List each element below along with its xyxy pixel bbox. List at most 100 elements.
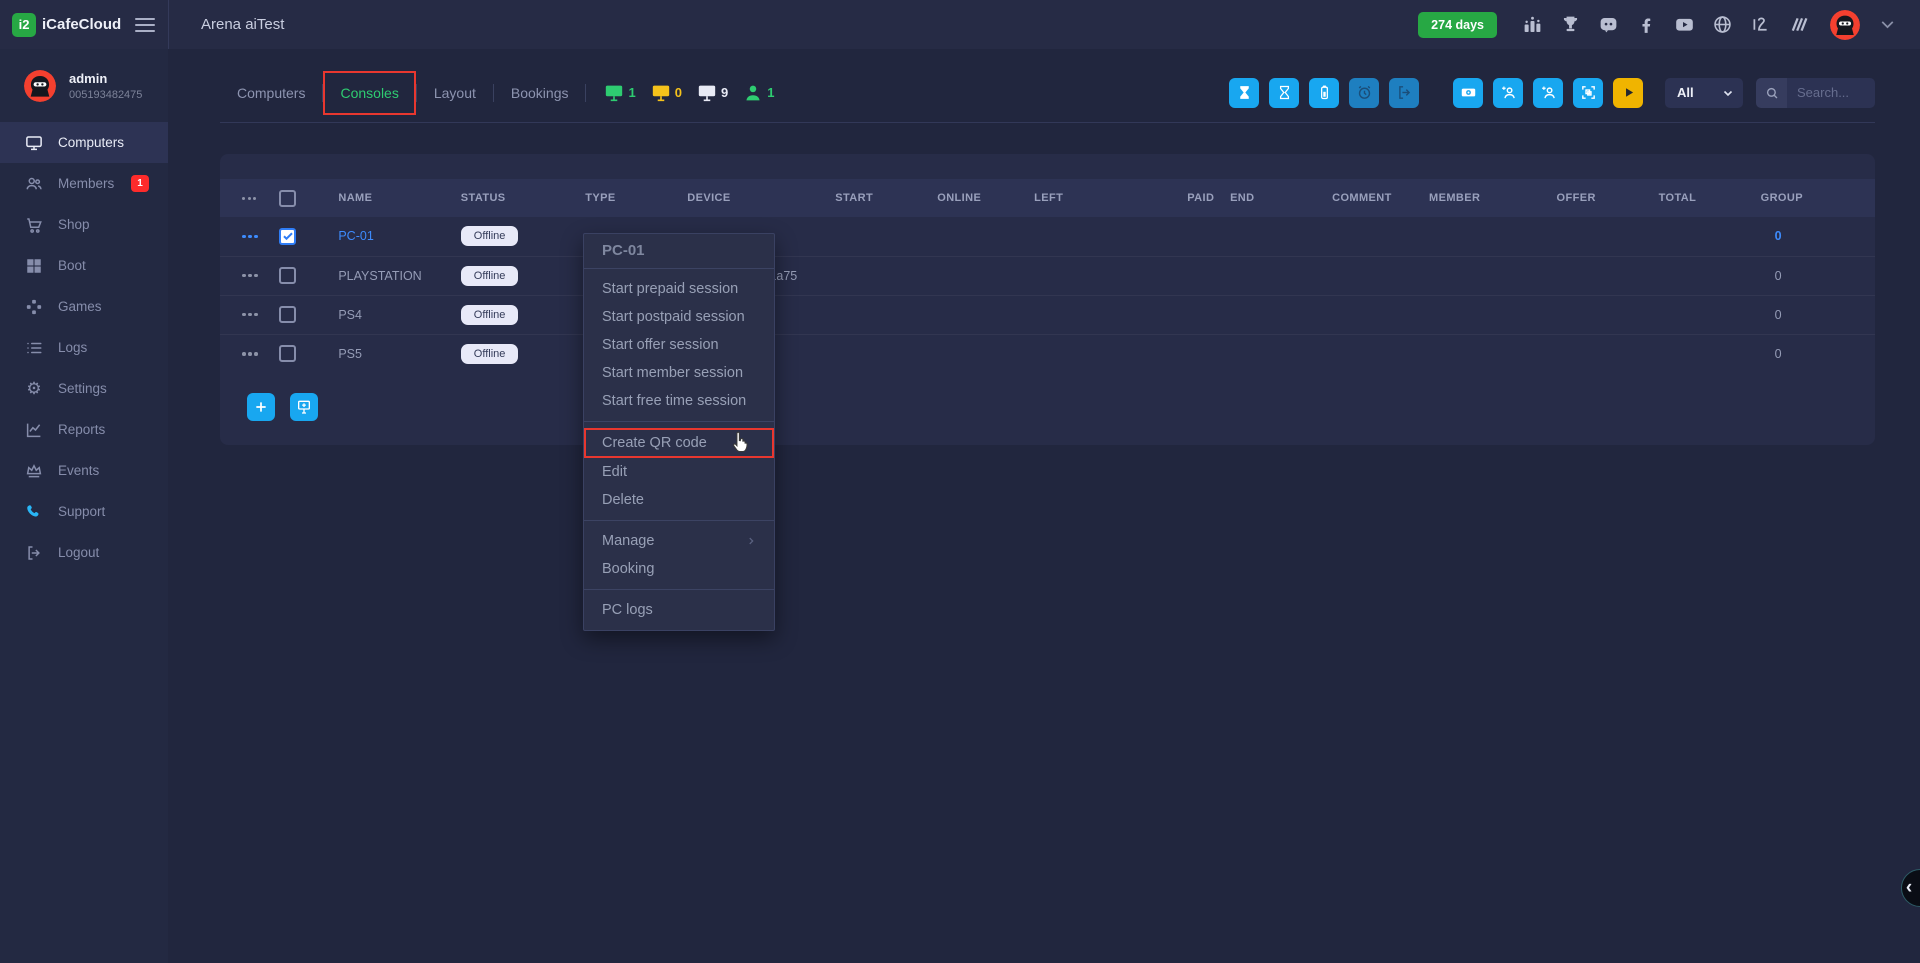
sidebar-item-members[interactable]: Members 1 [0,163,168,204]
discord-icon[interactable] [1598,14,1619,35]
youtube-icon[interactable] [1674,14,1695,35]
play-button[interactable] [1613,78,1643,108]
row-actions-icon[interactable] [220,274,279,278]
brand-logo[interactable]: i2 iCafeCloud [12,13,121,37]
card-actions [220,373,1875,421]
filter-select[interactable]: All [1665,78,1743,108]
row-checkbox[interactable] [279,228,296,245]
group-count[interactable]: 0 [1761,229,1782,243]
qr-frame-button[interactable] [1573,78,1603,108]
chevron-down-icon[interactable] [1877,14,1898,35]
col-start: START [835,179,937,217]
row-actions-icon[interactable] [220,235,279,239]
ranking-icon[interactable] [1522,14,1543,35]
tab-computers[interactable]: Computers [220,71,322,115]
add-member-star-icon [1500,84,1517,101]
console-name[interactable]: PS4 [338,308,362,322]
row-checkbox[interactable] [279,306,296,323]
hamburger-menu-icon[interactable] [135,14,155,36]
row-checkbox[interactable] [279,267,296,284]
sidebar: admin 005193482475 Computers Members 1 S… [0,49,168,963]
group-count[interactable]: 0 [1761,347,1782,361]
sidebar-item-shop[interactable]: Shop [0,204,168,245]
sidebar-item-computers[interactable]: Computers [0,122,168,163]
cash-button[interactable] [1453,78,1483,108]
context-menu: PC-01 Start prepaid session Start postpa… [583,233,775,631]
search-input[interactable] [1787,78,1875,108]
col-name: NAME [338,179,460,217]
col-online: ONLINE [937,179,1034,217]
sidebar-item-settings[interactable]: ⚙ Settings [0,368,168,409]
trophy-icon[interactable] [1560,14,1581,35]
user-avatar[interactable] [1830,10,1860,40]
menu-item-booking[interactable]: Booking [584,555,774,583]
sign-out-icon [25,544,43,562]
sidebar-item-logout[interactable]: Logout [0,532,168,573]
menu-item-start-member-session[interactable]: Start member session [584,359,774,387]
globe-icon[interactable] [1712,14,1733,35]
menu-item-manage[interactable]: Manage [584,527,774,555]
battery-button[interactable] [1309,78,1339,108]
menu-item-start-offer-session[interactable]: Start offer session [584,331,774,359]
icafecloud-logo-icon: i2 [12,13,36,37]
status-badge: Offline [461,344,519,364]
user-icon [743,84,763,102]
add-monitor-button[interactable] [290,393,318,421]
add-member-button[interactable] [1533,78,1563,108]
monitor-icon [697,84,717,102]
hourglass-filled-button[interactable] [1229,78,1259,108]
menu-item-pc-logs[interactable]: PC logs [584,596,774,624]
tabs-toolbar-row: Computers Consoles Layout Bookings 1 0 9… [220,49,1875,123]
menu-item-create-qr-code[interactable]: Create QR code [584,428,774,458]
tab-bookings[interactable]: Bookings [494,71,586,115]
counter-offline: 9 [697,84,728,102]
menu-item-edit[interactable]: Edit [584,458,774,486]
monitor-icon [651,84,671,102]
group-count[interactable]: 0 [1761,308,1782,322]
tab-consoles[interactable]: Consoles [323,71,415,115]
sidebar-item-support[interactable]: Support [0,491,168,532]
console-name[interactable]: PS5 [338,347,362,361]
admin-username: admin [69,71,142,86]
more-actions-icon[interactable] [220,197,279,200]
status-badge: Offline [461,226,519,246]
stack-icon[interactable] [1788,14,1809,35]
menu-item-delete[interactable]: Delete [584,486,774,514]
console-name[interactable]: PC-01 [338,229,373,243]
hourglass-outline-button[interactable] [1269,78,1299,108]
battery-icon [1316,84,1333,101]
sidebar-user[interactable]: admin 005193482475 [0,49,168,122]
hourglass-icon [1276,84,1293,101]
table-row: PS4 Offline 0 [220,295,1875,334]
sidebar-item-events[interactable]: Events [0,450,168,491]
menu-item-start-free-time-session[interactable]: Start free time session [584,387,774,415]
menu-item-start-prepaid-session[interactable]: Start prepaid session [584,275,774,303]
gamepad-icon [25,298,43,316]
add-member-star-button[interactable] [1493,78,1523,108]
alarm-clock-button[interactable] [1349,78,1379,108]
menu-item-start-postpaid-session[interactable]: Start postpaid session [584,303,774,331]
title-area: Arena aiTest [168,0,1418,49]
console-name[interactable]: PLAYSTATION [338,269,421,283]
sidebar-item-reports[interactable]: Reports [0,409,168,450]
row-actions-icon[interactable] [220,313,279,317]
subscription-days-badge[interactable]: 274 days [1418,12,1497,38]
icafecloud-icon[interactable] [1750,14,1771,35]
chevron-down-icon [1722,87,1734,99]
facebook-icon[interactable] [1636,14,1657,35]
row-checkbox[interactable] [279,345,296,362]
col-status: STATUS [461,179,585,217]
table-header-row: NAME STATUS TYPE DEVICE START ONLINE LEF… [220,179,1875,217]
row-actions-icon[interactable] [220,352,279,356]
add-console-button[interactable] [247,393,275,421]
group-count[interactable]: 0 [1761,269,1782,283]
sidebar-item-boot[interactable]: Boot [0,245,168,286]
sidebar-item-games[interactable]: Games [0,286,168,327]
crown-icon [25,462,43,480]
sign-out-button[interactable] [1389,78,1419,108]
members-badge: 1 [131,175,149,192]
tab-layout[interactable]: Layout [417,71,493,115]
sidebar-item-logs[interactable]: Logs [0,327,168,368]
select-all-checkbox[interactable] [279,190,296,207]
plus-icon [253,399,269,415]
